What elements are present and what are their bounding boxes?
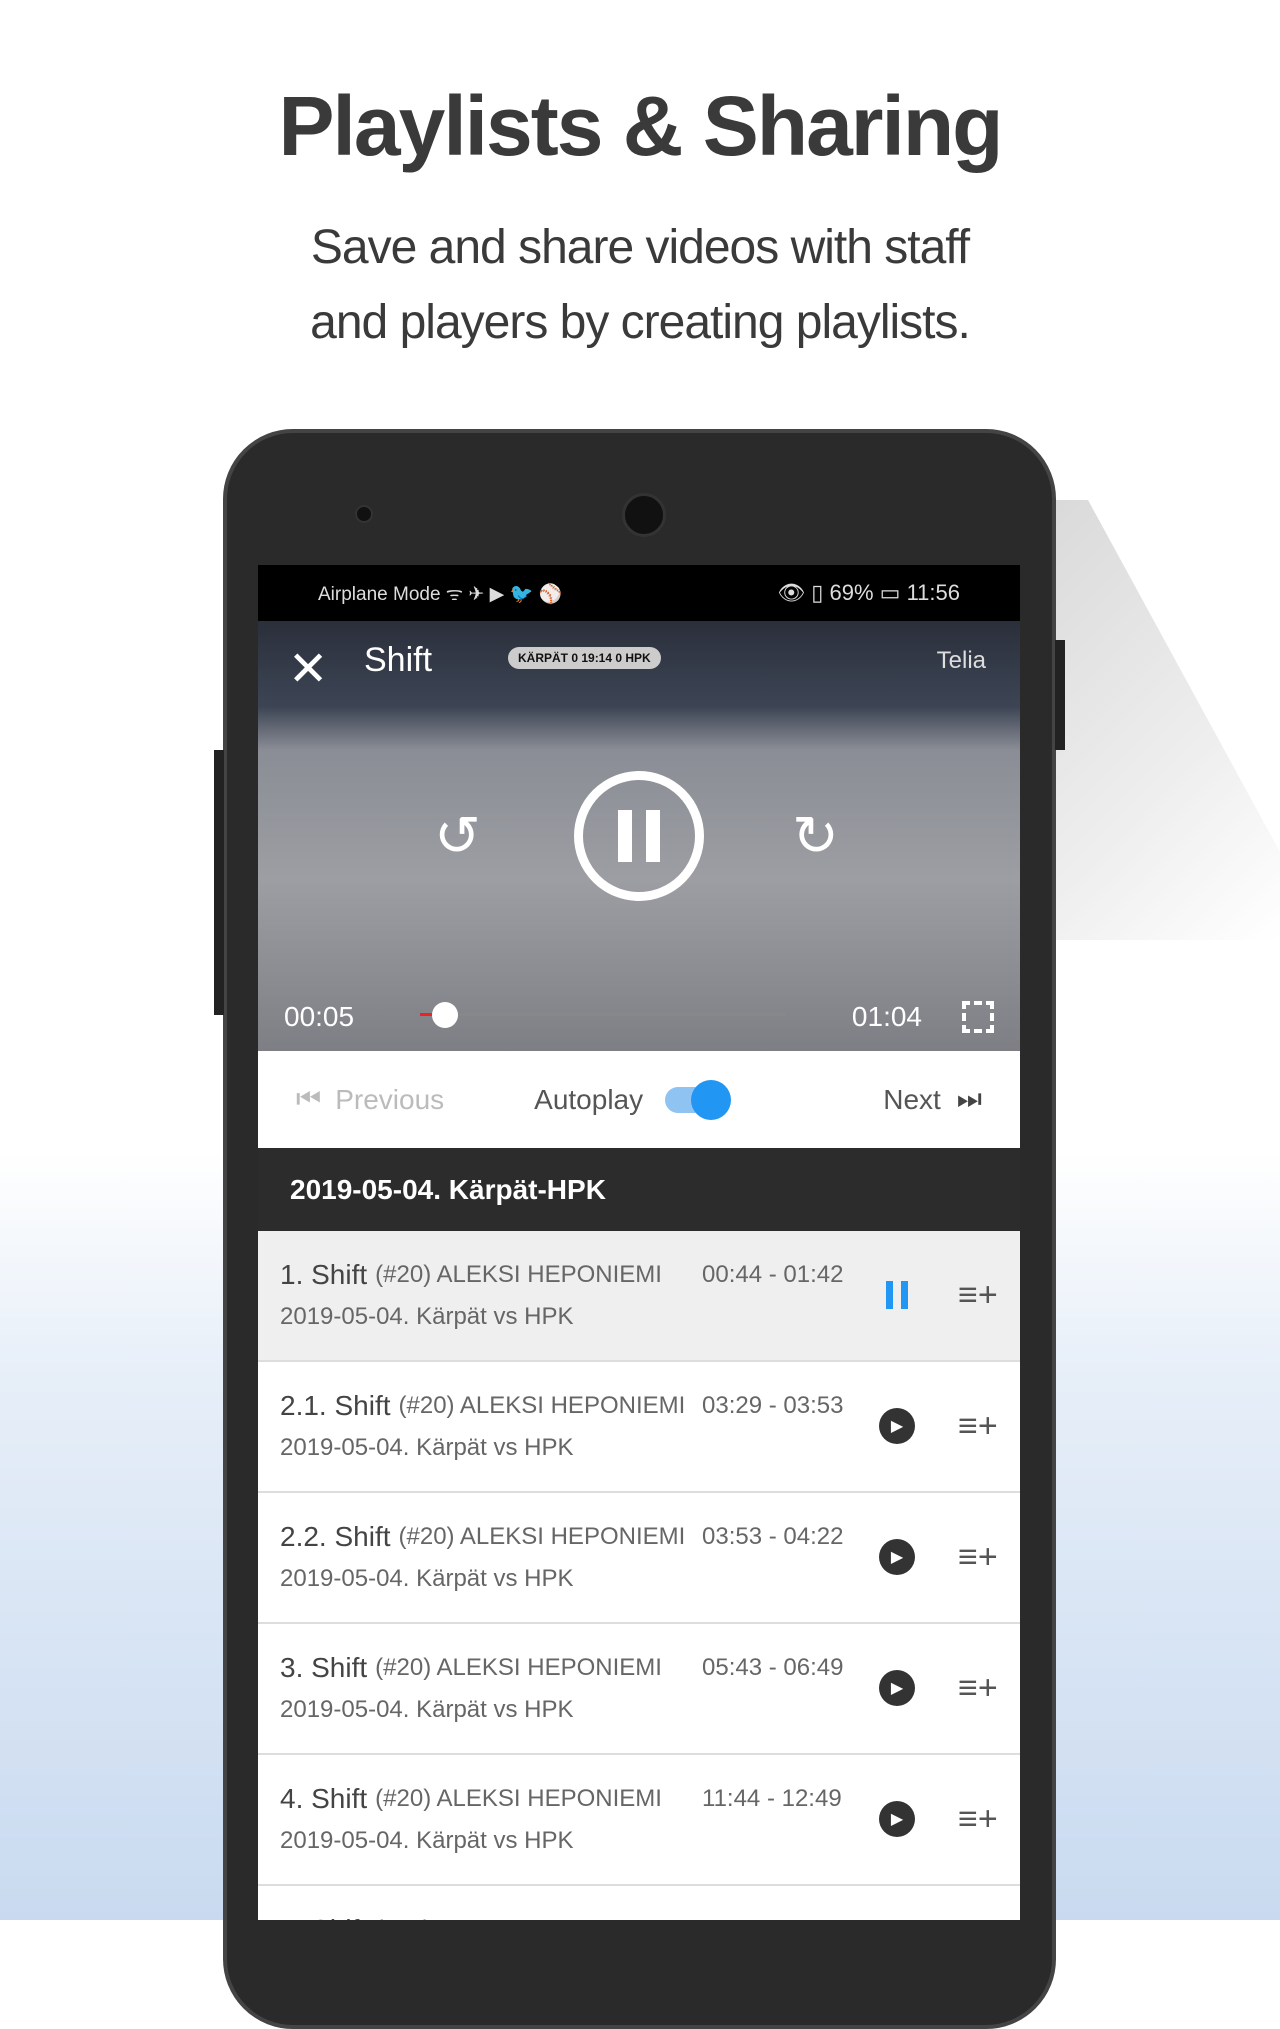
fullscreen-icon[interactable] xyxy=(962,1001,994,1033)
add-to-playlist-icon[interactable]: ≡+ xyxy=(958,1408,998,1444)
playback-controls: ⏮ Previous Autoplay Next ⏭ xyxy=(258,1051,1020,1148)
power-button xyxy=(1055,640,1065,750)
list-item[interactable]: 2.1. Shift (#20) ALEKSI HEPONIEMI 03:29 - … xyxy=(258,1362,1020,1493)
autoplay-control: Autoplay xyxy=(534,1079,732,1120)
list-item[interactable]: 5. Shift(#20) ALEKSI HEPONIEMI xyxy=(258,1886,1020,1920)
playlist-list: 1. Shift (#20) ALEKSI HEPONIEMI 00:44 - 01… xyxy=(258,1231,1020,1886)
current-time: 00:05 xyxy=(284,1001,355,1032)
pause-icon[interactable] xyxy=(879,1277,915,1313)
status-bar: Airplane Mode ᯤ ✈ ▶ 🐦 ⚾ 👁 ▯ 69% ▭ 11:56 xyxy=(258,565,1020,621)
rewind-5-icon[interactable]: ↺ xyxy=(434,806,481,866)
play-icon[interactable]: ▶ xyxy=(879,1408,915,1444)
phone-shadow xyxy=(1040,500,1280,940)
list-item[interactable]: 2.2. Shift (#20) ALEKSI HEPONIEMI 03:53 - … xyxy=(258,1493,1020,1624)
seek-bar[interactable] xyxy=(420,1002,786,1028)
sponsor-logo: Telia xyxy=(936,647,986,674)
play-icon[interactable]: ▶ xyxy=(879,1539,915,1575)
scoreboard: KÄRPÄT 0 19:14 0 HPK xyxy=(508,647,661,669)
add-to-playlist-icon[interactable]: ≡+ xyxy=(958,1539,998,1575)
camera xyxy=(355,505,373,523)
pause-button[interactable] xyxy=(574,771,704,901)
forward-5-icon[interactable]: ↻ xyxy=(792,806,839,866)
add-to-playlist-icon[interactable]: ≡+ xyxy=(958,1670,998,1706)
video-player[interactable]: ✕ Shift KÄRPÄT 0 19:14 0 HPK Telia ↺ ↻ 0… xyxy=(258,621,1020,1051)
play-icon[interactable]: ▶ xyxy=(879,1801,915,1837)
speaker xyxy=(622,493,666,537)
previous-button[interactable]: ⏮ Previous xyxy=(296,1083,444,1116)
list-item[interactable]: 4. Shift (#20) ALEKSI HEPONIEMI 11:44 - 12… xyxy=(258,1755,1020,1886)
add-to-playlist-icon[interactable]: ≡+ xyxy=(958,1277,998,1313)
next-button[interactable]: Next ⏭ xyxy=(883,1083,982,1116)
app-screen: Airplane Mode ᯤ ✈ ▶ 🐦 ⚾ 👁 ▯ 69% ▭ 11:56 … xyxy=(258,565,1020,1920)
video-title: Shift xyxy=(364,641,433,679)
skip-previous-icon: ⏮ xyxy=(296,1083,322,1114)
close-icon[interactable]: ✕ xyxy=(288,641,328,697)
volume-button xyxy=(214,750,224,1015)
autoplay-toggle[interactable] xyxy=(665,1079,732,1120)
duration: 01:04 xyxy=(851,1001,922,1032)
pause-icon xyxy=(618,810,632,862)
skip-next-icon: ⏭ xyxy=(956,1083,982,1114)
list-item[interactable]: 3. Shift (#20) ALEKSI HEPONIEMI 05:43 - 06… xyxy=(258,1624,1020,1755)
play-icon[interactable]: ▶ xyxy=(879,1670,915,1706)
playlist-title: 2019-05-04. Kärpät-HPK xyxy=(258,1148,1020,1231)
seek-handle[interactable] xyxy=(432,1002,459,1028)
page-subtitle: Save and share videos with staff and play… xyxy=(310,221,971,349)
page-title: Playlists & Sharing xyxy=(278,79,1004,173)
add-to-playlist-icon[interactable]: ≡+ xyxy=(958,1801,998,1837)
list-item[interactable]: 1. Shift (#20) ALEKSI HEPONIEMI 00:44 - 01… xyxy=(258,1231,1020,1362)
